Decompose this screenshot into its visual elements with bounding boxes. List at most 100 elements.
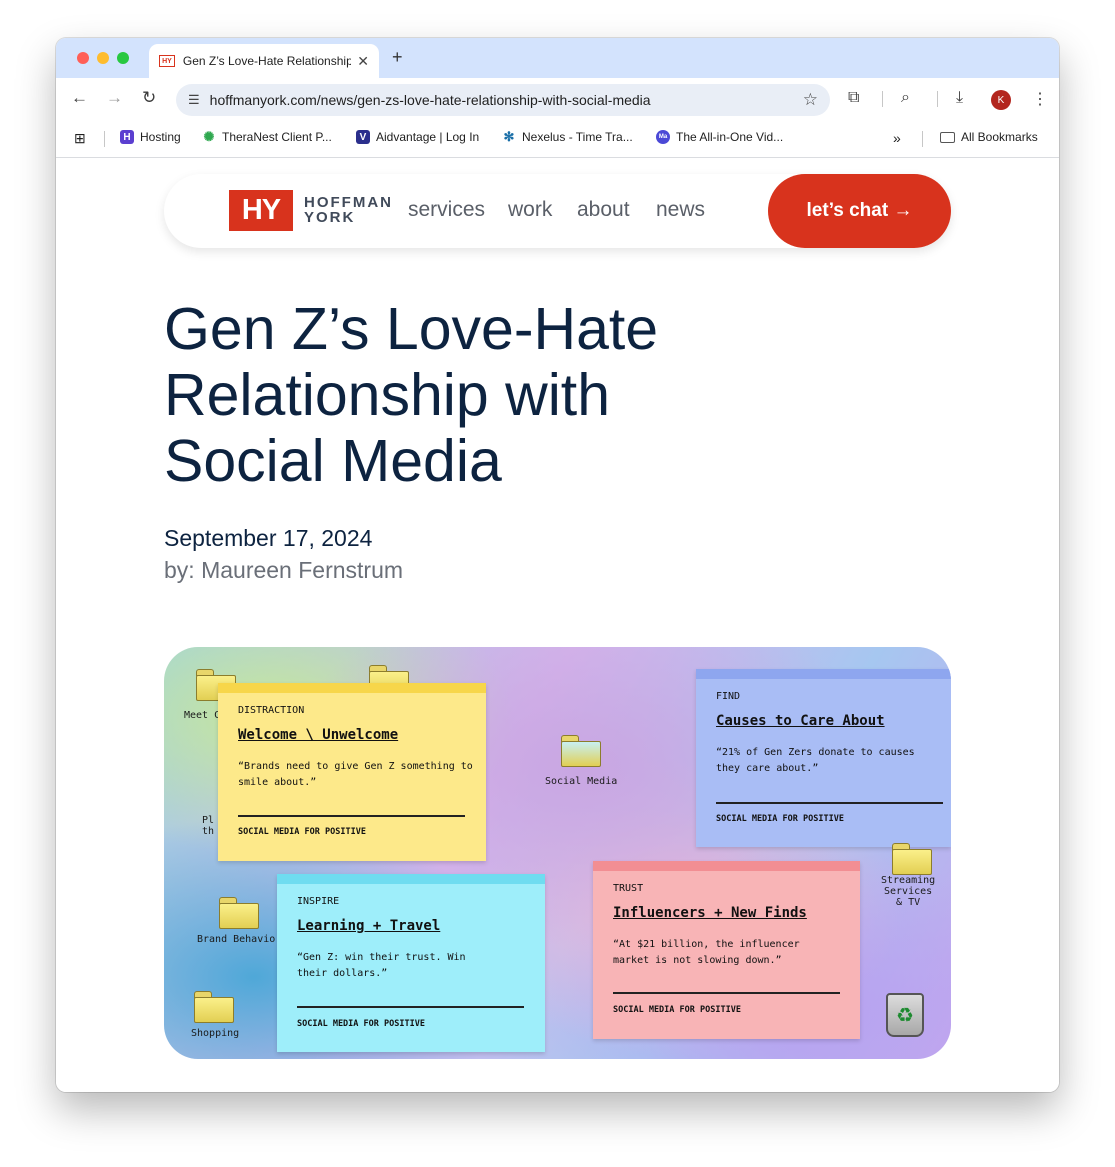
sticky-note-find: FIND Causes to Care About “21% of Gen Ze…	[696, 669, 951, 847]
hoffman-york-logo[interactable]: HY	[229, 190, 293, 231]
new-tab-button[interactable]: +	[392, 47, 403, 68]
reload-icon[interactable]: ↻	[142, 88, 156, 108]
folder-icon	[940, 131, 955, 143]
note-footer: SOCIAL MEDIA FOR POSITIVE	[297, 1019, 425, 1029]
article-byline: by: Maureen Fernstrum	[164, 557, 404, 583]
note-footer: SOCIAL MEDIA FOR POSITIVE	[716, 814, 844, 824]
bookmark-theranest[interactable]: ✺ TheraNest Client P...	[202, 129, 332, 144]
note-heading: Causes to Care About	[716, 713, 885, 729]
address-bar[interactable]: ☰ hoffmanyork.com/news/gen-zs-love-hate-…	[176, 84, 830, 116]
note-category: DISTRACTION	[238, 705, 305, 716]
sticky-note-trust: TRUST Influencers + New Finds “At $21 bi…	[593, 861, 860, 1039]
browser-toolbar: ← → ↻ ☰ hoffmanyork.com/news/gen-zs-love…	[56, 78, 1059, 120]
tab-bar: HY Gen Z’s Love-Hate Relationship with S…	[56, 38, 1059, 78]
note-quote: “At $21 billion, the influencer market i…	[613, 939, 800, 966]
sticky-note-inspire: INSPIRE Learning + Travel “Gen Z: win th…	[277, 874, 545, 1052]
note-divider	[297, 1006, 524, 1008]
all-bookmarks[interactable]: All Bookmarks	[940, 130, 1038, 144]
hero-image: Meet C Pl th DISTRACTION Welcome \ Unwel…	[164, 647, 951, 1059]
note-titlebar	[696, 669, 951, 679]
nav-services[interactable]: services	[408, 198, 485, 222]
bookmark-label: Nexelus - Time Tra...	[522, 130, 633, 144]
bookmarks-overflow-icon[interactable]: »	[893, 130, 901, 146]
aidvantage-icon: V	[356, 130, 370, 144]
tab-search-icon[interactable]: ⌕	[901, 89, 910, 107]
back-icon[interactable]: ←	[71, 88, 88, 108]
article-title: Gen Z’s Love-Hate Relationship with Soci…	[164, 296, 659, 494]
bookmark-nexelus[interactable]: ✻ Nexelus - Time Tra...	[502, 129, 633, 144]
note-heading: Influencers + New Finds	[613, 905, 807, 921]
note-heading: Welcome \ Unwelcome	[238, 727, 399, 743]
logo-wordmark[interactable]: HOFFMAN YORK	[304, 195, 393, 225]
note-footer: SOCIAL MEDIA FOR POSITIVE	[613, 1005, 741, 1015]
tab-title: Gen Z’s Love-Hate Relationship with Soci…	[182, 54, 352, 68]
bookmarks-divider	[104, 131, 105, 147]
nav-news[interactable]: news	[656, 198, 705, 222]
download-icon[interactable]: ⤓	[956, 89, 963, 107]
toolbar-divider	[882, 91, 883, 107]
bookmarks-divider	[922, 131, 923, 147]
note-quote: “Gen Z: win their trust. Win their dolla…	[297, 952, 466, 979]
site-settings-icon[interactable]: ☰	[188, 92, 200, 108]
note-divider	[613, 992, 840, 994]
page-content: HY HOFFMAN YORK services work about news…	[56, 159, 1059, 1092]
bookmark-aidvantage[interactable]: V Aidvantage | Log In	[356, 130, 479, 144]
bookmark-label: TheraNest Client P...	[222, 130, 332, 144]
browser-tab[interactable]: HY Gen Z’s Love-Hate Relationship with S…	[149, 44, 379, 78]
close-tab-icon[interactable]: ✕	[357, 53, 369, 70]
note-titlebar	[593, 861, 860, 871]
note-quote: “Brands need to give Gen Z something to …	[238, 761, 473, 788]
video-tool-icon: Ma	[656, 130, 670, 144]
folder-icon	[194, 991, 234, 1023]
zoom-window-button[interactable]	[117, 52, 129, 64]
logo-line1: HOFFMAN	[304, 194, 393, 211]
favicon-icon: HY	[159, 55, 175, 67]
open-folder-icon	[561, 735, 601, 767]
toolbar-divider	[937, 91, 938, 107]
note-category: TRUST	[613, 883, 644, 894]
lets-chat-button[interactable]: let’s chat →	[768, 174, 951, 248]
desktop-icon-label: Social Media	[545, 776, 618, 787]
bookmark-label: Aidvantage | Log In	[376, 130, 480, 144]
logo-line2: YORK	[304, 209, 356, 226]
note-divider	[238, 815, 465, 817]
desktop-icon-label: Brand Behavior	[197, 934, 282, 945]
hosting-icon: H	[120, 130, 134, 144]
note-quote: “21% of Gen Zers donate to causes they c…	[716, 747, 915, 774]
more-icon[interactable]: ⋮	[1032, 89, 1048, 109]
desktop-icon-label: Meet C	[184, 710, 221, 721]
desktop-icon-label: Shopping	[191, 1028, 240, 1039]
theranest-icon: ✺	[203, 129, 215, 144]
all-bookmarks-label: All Bookmarks	[961, 130, 1038, 144]
apps-grid-icon[interactable]: ⊞	[74, 130, 86, 147]
browser-window: HY Gen Z’s Love-Hate Relationship with S…	[56, 38, 1059, 1092]
bookmark-label: Hosting	[140, 130, 181, 144]
nexelus-icon: ✻	[503, 129, 515, 144]
bookmark-video[interactable]: Ma The All-in-One Vid...	[656, 130, 783, 144]
sticky-note-distraction: DISTRACTION Welcome \ Unwelcome “Brands …	[218, 683, 486, 861]
minimize-window-button[interactable]	[97, 52, 109, 64]
recycle-bin-icon: ♻	[886, 993, 924, 1037]
bookmark-hosting[interactable]: H Hosting	[120, 130, 181, 144]
profile-avatar[interactable]: K	[991, 90, 1011, 110]
nav-work[interactable]: work	[508, 198, 552, 222]
extensions-icon[interactable]: ⧉	[848, 89, 859, 107]
note-category: INSPIRE	[297, 896, 340, 907]
note-heading: Learning + Travel	[297, 918, 441, 934]
desktop-icon-label: Pl th	[202, 815, 215, 837]
note-category: FIND	[716, 691, 741, 702]
bookmarks-bar: ⊞ H Hosting ✺ TheraNest Client P... V Aidva…	[56, 120, 1059, 158]
note-divider	[716, 802, 943, 804]
forward-icon[interactable]: →	[106, 88, 123, 108]
folder-icon	[219, 897, 259, 929]
url-text[interactable]: hoffmanyork.com/news/gen-zs-love-hate-re…	[210, 92, 803, 108]
close-window-button[interactable]	[77, 52, 89, 64]
note-titlebar	[277, 874, 545, 884]
desktop-icon-label: Streaming Services & TV	[881, 875, 936, 908]
bookmark-star-icon[interactable]: ☆	[803, 90, 818, 110]
site-header: HY HOFFMAN YORK services work about news…	[164, 174, 951, 248]
bookmark-label: The All-in-One Vid...	[676, 130, 784, 144]
note-footer: SOCIAL MEDIA FOR POSITIVE	[238, 827, 366, 837]
article-date: September 17, 2024	[164, 525, 373, 551]
nav-about[interactable]: about	[577, 198, 630, 222]
